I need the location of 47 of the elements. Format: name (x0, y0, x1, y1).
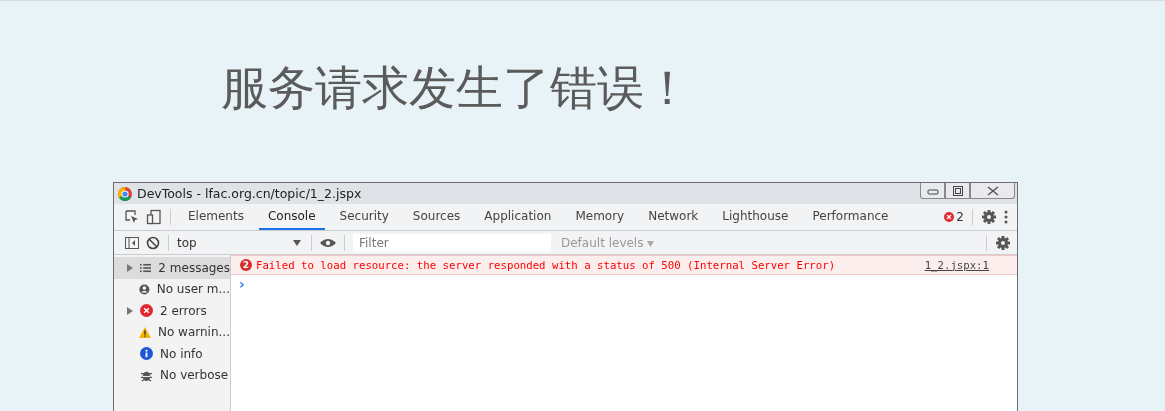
clear-console-icon[interactable] (146, 235, 160, 250)
devtools-tab[interactable]: Security (330, 204, 398, 230)
error-count-badge: 2 (240, 259, 252, 271)
info-icon (140, 347, 153, 361)
device-toolbar-icon[interactable] (146, 209, 162, 225)
inspect-icon[interactable] (124, 209, 140, 225)
expand-arrow-icon[interactable] (127, 306, 133, 315)
devtools-tab[interactable]: Sources (403, 204, 470, 230)
list-icon (140, 261, 152, 274)
settings-icon[interactable] (995, 234, 1011, 251)
expand-arrow-icon[interactable] (127, 263, 133, 272)
devtools-tab[interactable]: Lighthouse (713, 204, 798, 230)
context-select[interactable]: top (177, 235, 303, 250)
sidebar-item[interactable]: No warnin... (114, 321, 230, 343)
maximize-button[interactable] (945, 183, 970, 199)
devtools-tab[interactable]: Memory (566, 204, 634, 230)
close-button[interactable] (970, 183, 1015, 199)
maximize-icon (951, 185, 964, 196)
sidebar-toggle-icon[interactable] (124, 234, 140, 251)
minimize-icon (926, 186, 939, 195)
dropdown-caret-icon (293, 239, 301, 246)
warning-icon (139, 325, 151, 339)
devtools-tab[interactable]: Application (475, 204, 561, 230)
sidebar-item[interactable]: No info (114, 343, 230, 365)
sidebar-item[interactable]: No user m... (114, 278, 230, 300)
page-heading: 服务请求发生了错误！ (221, 59, 692, 117)
browser-logo-icon (118, 186, 132, 201)
sidebar-item[interactable]: 2 messages (114, 257, 230, 279)
close-icon (985, 185, 1000, 196)
devtools-tab[interactable]: Elements (179, 204, 253, 230)
user-icon (138, 282, 150, 296)
dropdown-caret-icon (647, 240, 655, 247)
devtools-tab[interactable]: Performance (803, 204, 898, 230)
sidebar-item[interactable]: 2 errors (114, 300, 230, 322)
error-count[interactable]: 2 (956, 210, 964, 224)
window-title: DevTools - lfac.org.cn/topic/1_2.jspx (137, 186, 362, 201)
console-prompt[interactable]: › (231, 275, 249, 293)
more-options-icon[interactable] (1003, 209, 1009, 225)
sidebar-item[interactable]: No verbose (114, 364, 230, 386)
devtools-tab[interactable]: Network (639, 204, 708, 230)
filter-field[interactable]: Filter (353, 233, 551, 252)
error-icon (944, 212, 955, 222)
error-message: Failed to load resource: the server responded with a status of 500 (Internal Server Error) (256, 258, 836, 272)
source-link[interactable]: 1_2.jspx:1 (924, 258, 989, 272)
eye-icon[interactable] (320, 237, 336, 248)
error-icon (140, 304, 153, 318)
settings-icon[interactable] (981, 209, 997, 225)
